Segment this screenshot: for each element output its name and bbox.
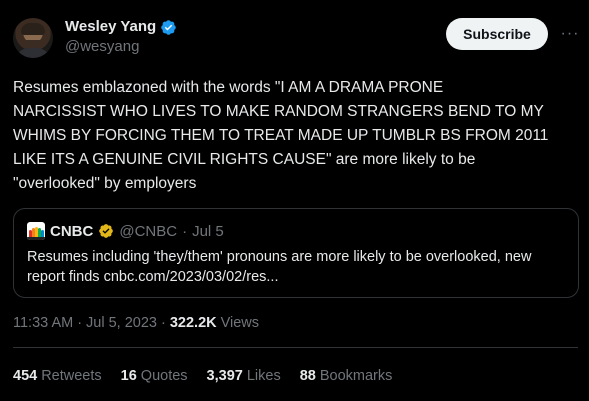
cnbc-logo-icon xyxy=(27,222,45,240)
author-name-block: Wesley Yang @wesyang xyxy=(65,18,177,57)
quote-author-handle: @CNBC xyxy=(119,222,178,240)
meta-separator: · xyxy=(77,315,83,331)
quote-separator: · xyxy=(182,222,188,240)
engagement-stats: 454 Retweets 16 Quotes 3,397 Likes 88 Bo… xyxy=(13,368,411,384)
verified-badge-icon xyxy=(161,19,176,35)
gold-verified-badge-icon xyxy=(99,224,114,238)
logo-wordmark xyxy=(27,237,45,240)
author-name-row: Wesley Yang xyxy=(65,18,177,36)
quote-text: Resumes including 'they/them' pronouns a… xyxy=(27,249,532,285)
stat-count: 16 xyxy=(120,368,137,384)
tweet-date[interactable]: Jul 5, 2023 xyxy=(86,315,157,331)
stat-count: 454 xyxy=(13,368,38,384)
views-count: 322.2K xyxy=(169,315,217,331)
likes-stat[interactable]: 3,397 Likes xyxy=(207,368,281,384)
stat-count: 88 xyxy=(299,368,316,384)
author-avatar[interactable] xyxy=(13,18,53,58)
bookmarks-stat[interactable]: 88 Bookmarks xyxy=(300,368,393,384)
divider xyxy=(13,347,578,348)
tweet-text: Resumes emblazoned with the words "I AM … xyxy=(13,79,549,192)
quote-author-name: CNBC xyxy=(50,222,94,240)
meta-separator: · xyxy=(161,315,166,331)
views-label: Views xyxy=(220,315,260,331)
stat-label: Bookmarks xyxy=(319,368,393,384)
author-display-name[interactable]: Wesley Yang xyxy=(65,18,156,36)
more-options-icon[interactable]: ··· xyxy=(560,22,580,46)
stat-label: Quotes xyxy=(140,368,188,384)
quote-header: CNBC @CNBC · Jul 5 xyxy=(27,222,224,240)
avatar-shoulders xyxy=(15,48,51,58)
quoted-tweet-card[interactable]: CNBC @CNBC · Jul 5 Resumes including 'th… xyxy=(13,208,579,298)
stat-label: Retweets xyxy=(41,368,102,384)
peacock-feather xyxy=(41,230,44,237)
tweet-meta: 11:33 AM · Jul 5, 2023 · 322.2K Views xyxy=(13,315,259,331)
tweet-header: Wesley Yang @wesyang Subscribe ··· xyxy=(13,14,583,60)
tweet-time[interactable]: 11:33 AM xyxy=(13,315,73,331)
avatar-hair xyxy=(21,23,45,35)
quotes-stat[interactable]: 16 Quotes xyxy=(121,368,188,384)
stat-count: 3,397 xyxy=(206,368,243,384)
quote-date: Jul 5 xyxy=(192,222,224,240)
author-handle[interactable]: @wesyang xyxy=(65,37,177,57)
subscribe-button[interactable]: Subscribe xyxy=(446,18,548,50)
stat-label: Likes xyxy=(246,368,281,384)
retweets-stat[interactable]: 454 Retweets xyxy=(13,368,102,384)
